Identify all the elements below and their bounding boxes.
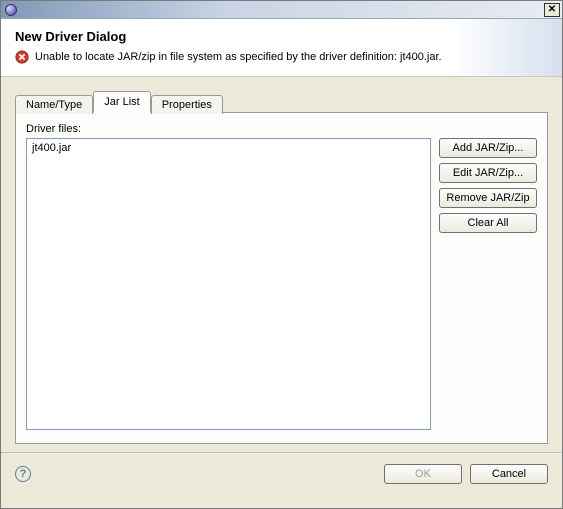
- dialog-footer: ? OK Cancel: [1, 454, 562, 494]
- close-button[interactable]: ✕: [544, 3, 560, 17]
- app-icon: [5, 4, 17, 16]
- add-jar-button[interactable]: Add JAR/Zip...: [439, 138, 537, 158]
- error-icon: [15, 50, 29, 64]
- tab-label: Jar List: [104, 96, 139, 108]
- error-message: Unable to locate JAR/zip in file system …: [35, 51, 442, 63]
- driver-files-label: Driver files:: [26, 123, 537, 135]
- dialog-header: New Driver Dialog Unable to locate JAR/z…: [1, 19, 562, 77]
- tab-label: Name/Type: [26, 99, 82, 111]
- error-row: Unable to locate JAR/zip in file system …: [15, 50, 548, 64]
- tab-strip: Name/Type Jar List Properties: [15, 91, 548, 113]
- clear-all-button[interactable]: Clear All: [439, 213, 537, 233]
- dialog-title: New Driver Dialog: [15, 29, 548, 44]
- cancel-button[interactable]: Cancel: [470, 464, 548, 484]
- close-icon: ✕: [548, 4, 556, 15]
- tab-panel-jar-list: Driver files: jt400.jar Add JAR/Zip... E…: [15, 112, 548, 444]
- side-button-group: Add JAR/Zip... Edit JAR/Zip... Remove JA…: [439, 138, 537, 233]
- content-area: Name/Type Jar List Properties Driver fil…: [1, 77, 562, 452]
- tab-label: Properties: [162, 99, 212, 111]
- tab-properties[interactable]: Properties: [151, 95, 223, 114]
- list-item[interactable]: jt400.jar: [29, 141, 428, 155]
- help-icon: ?: [20, 468, 27, 480]
- tab-jar-list[interactable]: Jar List: [93, 91, 150, 113]
- edit-jar-button[interactable]: Edit JAR/Zip...: [439, 163, 537, 183]
- tab-name-type[interactable]: Name/Type: [15, 95, 93, 114]
- driver-files-list[interactable]: jt400.jar: [26, 138, 431, 430]
- ok-button[interactable]: OK: [384, 464, 462, 484]
- list-item-label: jt400.jar: [32, 142, 71, 154]
- remove-jar-button[interactable]: Remove JAR/Zip: [439, 188, 537, 208]
- titlebar: ✕: [1, 1, 562, 19]
- help-button[interactable]: ?: [15, 466, 31, 482]
